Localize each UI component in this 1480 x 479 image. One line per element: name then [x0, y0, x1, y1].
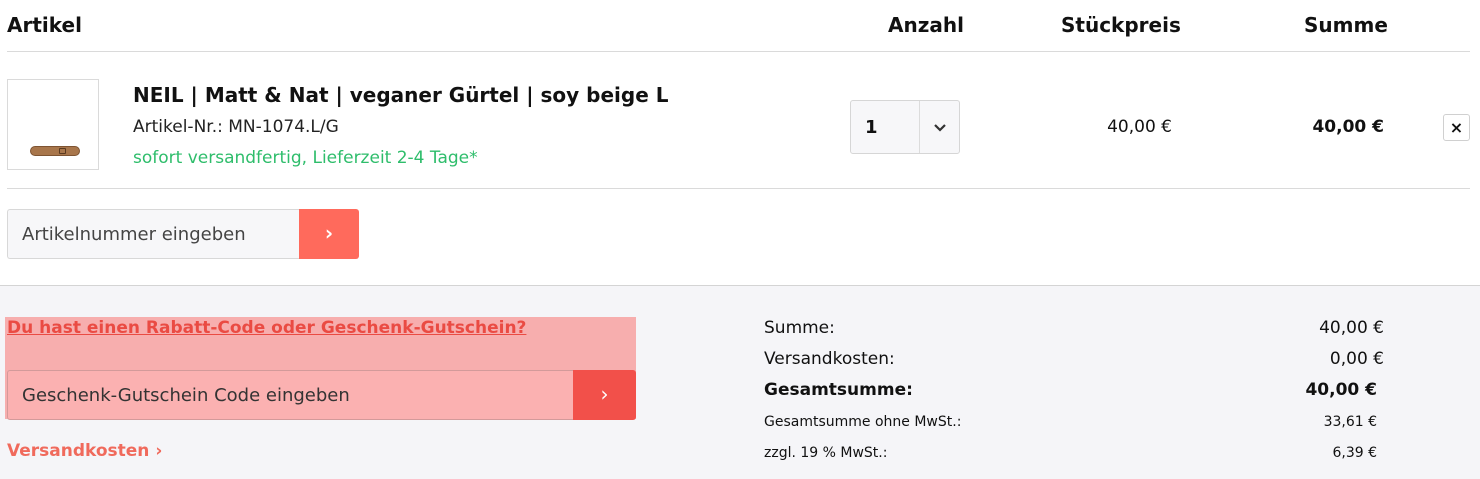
chevron-right-icon: › [324, 221, 334, 245]
voucher-submit-button[interactable]: › [573, 370, 636, 420]
article-number-input[interactable]: Artikelnummer eingeben [7, 209, 301, 259]
belt-product-icon [30, 146, 80, 156]
column-header-article: Artikel [7, 13, 82, 37]
product-image[interactable] [7, 79, 99, 170]
article-number-submit-button[interactable]: › [299, 209, 359, 259]
chevron-right-icon: › [600, 382, 609, 406]
column-header-sum: Summe [1304, 13, 1388, 37]
product-title[interactable]: NEIL | Matt & Nat | veganer Gürtel | soy… [133, 83, 668, 107]
subtotal-label: Summe: [764, 318, 835, 338]
column-header-unit-price: Stückpreis [1061, 13, 1181, 37]
voucher-toggle-link[interactable]: Du hast einen Rabatt-Code oder Geschenk-… [7, 318, 526, 338]
total-value: 40,00 € [1305, 380, 1377, 400]
vat-label: zzgl. 19 % MwSt.: [764, 445, 888, 461]
header-divider [7, 51, 1470, 52]
subtotal-value: 40,00 € [1319, 318, 1384, 338]
article-number: Artikel-Nr.: MN-1074.L/G [133, 117, 339, 137]
unit-price: 40,00 € [1107, 117, 1172, 137]
column-header-quantity: Anzahl [888, 13, 964, 37]
voucher-code-input[interactable]: Geschenk-Gutschein Code eingeben [7, 370, 575, 420]
shipping-value: 0,00 € [1329, 349, 1384, 369]
remove-item-button[interactable]: × [1443, 114, 1470, 141]
close-icon: × [1449, 118, 1464, 137]
belt-buckle-icon [59, 148, 66, 154]
quantity-select[interactable]: 1 [850, 100, 960, 154]
total-label: Gesamtsumme: [764, 380, 913, 400]
availability-status: sofort versandfertig, Lieferzeit 2-4 Tag… [133, 148, 478, 168]
chevron-down-icon[interactable] [933, 114, 947, 144]
net-total-value: 33,61 € [1323, 414, 1377, 430]
quantity-separator [919, 101, 920, 153]
vat-value: 6,39 € [1332, 445, 1377, 461]
shipping-label: Versandkosten: [764, 349, 895, 369]
net-total-label: Gesamtsumme ohne MwSt.: [764, 414, 962, 430]
line-total: 40,00 € [1312, 117, 1384, 137]
quantity-value: 1 [865, 117, 878, 138]
item-divider [7, 188, 1470, 189]
shipping-costs-link[interactable]: Versandkosten › [7, 441, 162, 461]
